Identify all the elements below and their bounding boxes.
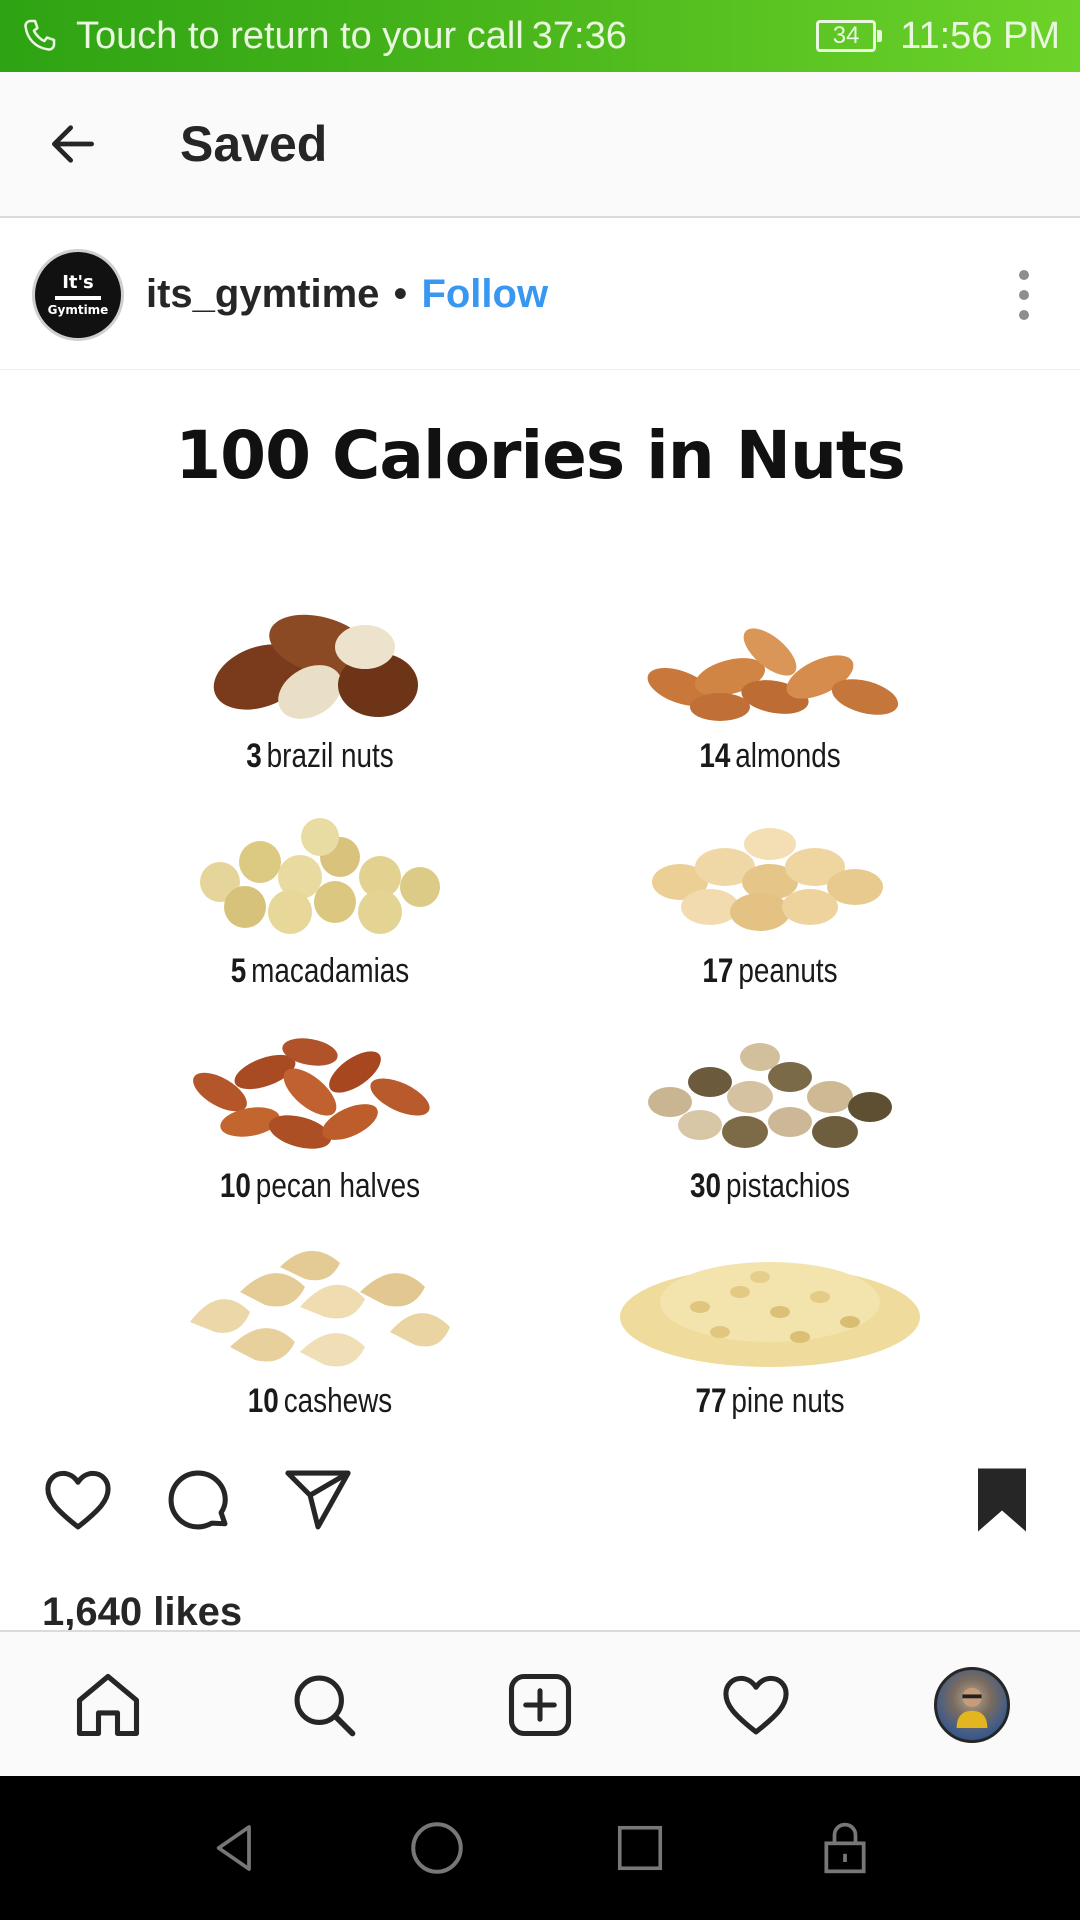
status-bar[interactable]: Touch to return to your call 37:36 34 11… xyxy=(0,0,1080,72)
avatar-logo-bottom: Gymtime xyxy=(47,302,109,317)
more-options-icon[interactable] xyxy=(1014,270,1034,320)
home-circle-icon xyxy=(411,1822,463,1874)
nut-item-macadamias: 5 macadamias xyxy=(150,782,490,992)
post-image[interactable]: 100 Calories in Nuts 3 brazil nuts 14 almo… xyxy=(0,372,1080,1432)
avatar-logo-top: It's xyxy=(62,271,94,293)
macadamias-illustration xyxy=(200,818,440,934)
back-triangle-icon xyxy=(216,1825,251,1871)
battery-indicator: 34 xyxy=(816,20,883,52)
arrow-left-icon xyxy=(52,125,94,163)
likes-count[interactable]: 1,640 likes xyxy=(42,1590,242,1635)
follow-button[interactable]: Follow xyxy=(421,272,548,317)
system-back-button[interactable] xyxy=(205,1818,265,1878)
system-recents-button[interactable] xyxy=(610,1818,670,1878)
nav-activity[interactable] xyxy=(708,1657,804,1753)
nut-label: 3 brazil nuts xyxy=(246,737,394,775)
pistachios-illustration xyxy=(648,1043,892,1148)
nut-item-brazil: 3 brazil nuts xyxy=(150,567,490,777)
nut-label: 5 macadamias xyxy=(230,952,410,990)
call-return-text: Touch to return to your call xyxy=(76,14,524,57)
nav-new-post[interactable] xyxy=(492,1657,588,1753)
post-header: It's Gymtime its_gymtime • Follow xyxy=(0,220,1080,370)
home-icon xyxy=(76,1673,140,1737)
recents-square-icon xyxy=(617,1825,663,1871)
nut-item-pine-nuts: 77 pine nuts xyxy=(600,1212,940,1422)
post-actions xyxy=(0,1440,1080,1560)
back-button[interactable] xyxy=(0,71,146,217)
image-headline: 100 Calories in Nuts xyxy=(175,417,906,494)
pine-nuts-illustration xyxy=(620,1262,920,1367)
bottom-nav xyxy=(0,1630,1080,1776)
brazil-nuts-illustration xyxy=(213,614,418,719)
phone-icon xyxy=(20,16,60,56)
nut-label: 17 peanuts xyxy=(702,952,838,990)
nav-search[interactable] xyxy=(276,1657,372,1753)
nut-item-peanuts: 17 peanuts xyxy=(600,782,940,992)
nut-label: 10 pecan halves xyxy=(219,1167,421,1205)
call-timer: 37:36 xyxy=(531,14,627,57)
activity-heart-icon xyxy=(723,1675,789,1735)
separator-dot: • xyxy=(393,272,408,316)
page-title: Saved xyxy=(180,116,328,172)
save-button[interactable] xyxy=(962,1460,1042,1540)
system-home-button[interactable] xyxy=(407,1818,467,1878)
post-author-avatar[interactable]: It's Gymtime xyxy=(32,248,124,341)
nut-item-almonds: 14 almonds xyxy=(600,567,940,777)
add-post-icon xyxy=(508,1673,572,1737)
share-button[interactable] xyxy=(278,1460,358,1540)
comment-button[interactable] xyxy=(158,1460,238,1540)
send-icon xyxy=(285,1470,351,1530)
profile-avatar xyxy=(934,1667,1010,1743)
cashews-illustration xyxy=(190,1250,450,1367)
nut-label: 10 cashews xyxy=(247,1382,393,1420)
battery-level: 34 xyxy=(816,20,877,52)
almonds-illustration xyxy=(647,628,899,721)
clock: 11:56 PM xyxy=(900,14,1060,57)
peanuts-illustration xyxy=(652,828,883,931)
nut-item-pecans: 10 pecan halves xyxy=(150,997,490,1207)
nut-label: 77 pine nuts xyxy=(695,1382,845,1420)
lock-icon xyxy=(824,1822,866,1874)
pecans-illustration xyxy=(193,1038,430,1149)
top-bar: Saved xyxy=(0,72,1080,218)
nav-home[interactable] xyxy=(60,1657,156,1753)
system-nav-bar xyxy=(0,1776,1080,1920)
nut-item-cashews: 10 cashews xyxy=(150,1212,490,1422)
system-lock-button[interactable] xyxy=(815,1818,875,1878)
post-username[interactable]: its_gymtime xyxy=(146,272,379,317)
nut-item-pistachios: 30 pistachios xyxy=(600,997,940,1207)
comment-icon xyxy=(168,1470,228,1530)
heart-icon xyxy=(45,1470,111,1530)
bookmark-filled-icon xyxy=(978,1468,1026,1532)
nav-profile[interactable] xyxy=(924,1657,1020,1753)
search-icon xyxy=(294,1675,356,1737)
nut-label: 30 pistachios xyxy=(690,1167,850,1205)
nut-label: 14 almonds xyxy=(699,737,841,775)
like-button[interactable] xyxy=(38,1460,118,1540)
